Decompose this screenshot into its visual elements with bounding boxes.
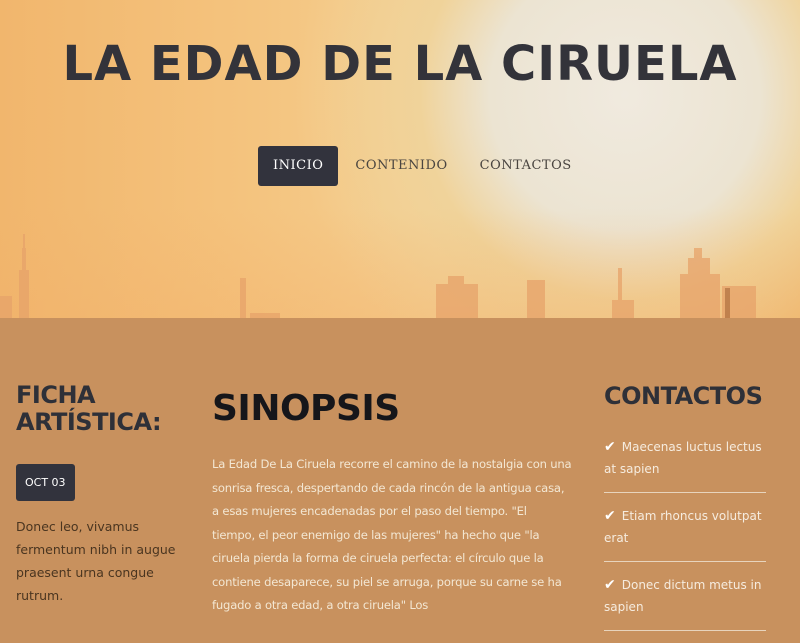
content-area: FICHA ARTÍSTICA: OCT 03 Donec leo, vivam… <box>0 318 800 631</box>
contactos-title: CONTACTOS <box>604 382 763 410</box>
contact-item-label: Etiam rhoncus volutpat erat <box>604 509 762 545</box>
hero-banner: LA EDAD DE LA CIRUELA INICIO CONTENIDO C… <box>0 0 800 318</box>
sinopsis-title: SINOPSIS <box>212 388 400 429</box>
check-icon: ✔ <box>604 577 616 593</box>
check-icon: ✔ <box>604 439 616 455</box>
sinopsis-column: SINOPSIS La Edad De La Ciruela recorre e… <box>212 388 572 618</box>
ficha-text: Donec leo, vivamus fermentum nibh in aug… <box>16 519 176 603</box>
contactos-column: CONTACTOS ✔ Maecenas luctus lectus at sap… <box>604 382 766 643</box>
sinopsis-text: La Edad De La Ciruela recorre el camino … <box>212 457 572 612</box>
list-item[interactable]: ✔ Donec dictum metus in sapien <box>604 574 766 631</box>
check-icon: ✔ <box>604 508 616 524</box>
contact-list: ✔ Maecenas luctus lectus at sapien ✔ Etiam… <box>604 436 766 631</box>
contact-item-label: Donec dictum metus in sapien <box>604 578 762 614</box>
contact-item-label: Maecenas luctus lectus at sapien <box>604 440 762 476</box>
ficha-title: FICHA ARTÍSTICA: <box>16 381 162 436</box>
city-skyline-image <box>0 234 756 318</box>
list-item[interactable]: ✔ Etiam rhoncus volutpat erat <box>604 505 766 562</box>
nav-item-inicio[interactable]: INICIO <box>258 146 339 186</box>
site-title: LA EDAD DE LA CIRUELA <box>62 36 738 92</box>
main-nav: INICIO CONTENIDO CONTACTOS <box>258 146 589 186</box>
nav-item-contactos[interactable]: CONTACTOS <box>465 146 587 186</box>
list-item[interactable]: ✔ Maecenas luctus lectus at sapien <box>604 436 766 493</box>
ficha-artistica-column: FICHA ARTÍSTICA: OCT 03 Donec leo, vivam… <box>16 382 186 607</box>
date-badge: OCT 03 <box>16 464 75 501</box>
nav-item-contenido[interactable]: CONTENIDO <box>340 146 462 186</box>
